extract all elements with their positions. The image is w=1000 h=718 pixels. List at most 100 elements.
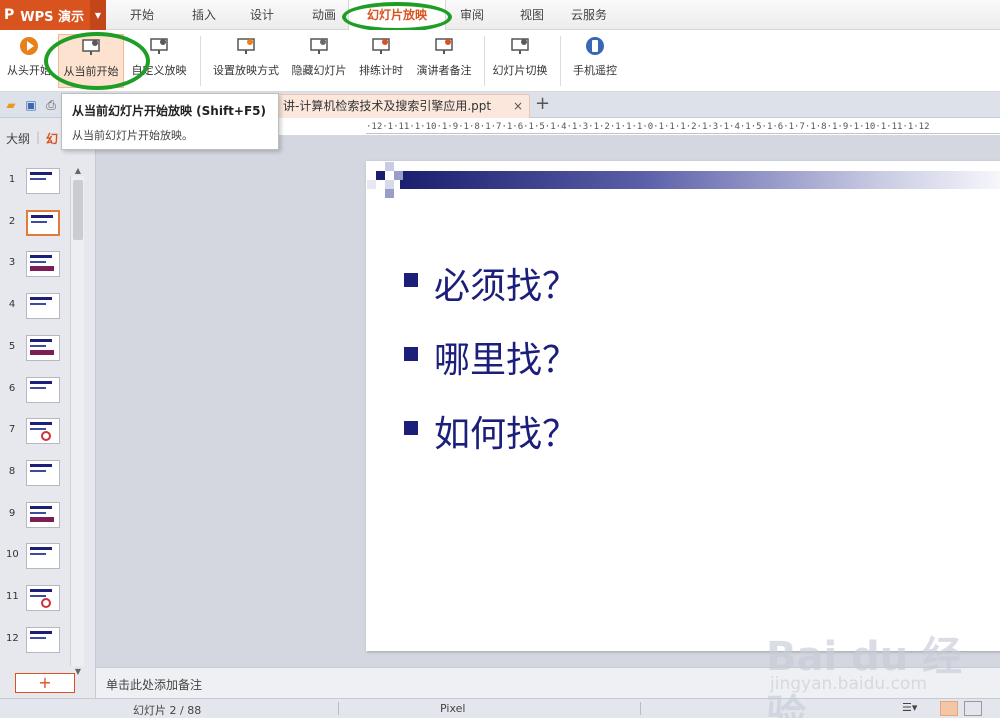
menu-tab-3[interactable]: 动画 — [298, 0, 350, 30]
notes-placeholder: 单击此处添加备注 — [106, 678, 203, 692]
slide-thumbnail[interactable] — [26, 459, 60, 486]
slide-thumbnail-row[interactable]: 4 — [0, 293, 68, 323]
thumb-content — [30, 547, 52, 551]
slide-number: 3 — [8, 257, 16, 269]
slide-thumbnail-row[interactable]: 6 — [0, 376, 68, 407]
slide-thumbnail-row[interactable]: 2 — [0, 209, 68, 240]
ribbon-button-2[interactable]: 自定义放映 — [126, 34, 192, 88]
ribbon-button-8[interactable]: 手机遥控 — [568, 34, 622, 88]
add-slide-button[interactable]: + — [15, 673, 75, 693]
pixel-decoration — [367, 180, 376, 189]
ribbon-button-5[interactable]: 排练计时 — [354, 34, 408, 88]
menu-tab-5[interactable]: 审阅 — [448, 0, 496, 30]
theme-name: Pixel — [440, 702, 466, 715]
slide-thumbnail[interactable] — [26, 209, 60, 236]
slide-number: 12 — [6, 632, 19, 644]
current-slide[interactable]: 必须找？ 哪里找？ 如何找？ — [366, 161, 1000, 651]
tab-slides[interactable]: 幻 — [46, 130, 58, 147]
pixel-decoration — [385, 162, 394, 171]
rehearse-timing-icon — [371, 36, 391, 56]
close-tab-icon[interactable]: × — [513, 95, 523, 117]
ribbon-button-0[interactable]: 从头开始 — [2, 34, 56, 88]
slide-number: 11 — [6, 591, 19, 602]
thumb-content — [30, 636, 46, 639]
hide-slide-icon — [309, 36, 329, 56]
thumb-content — [30, 589, 52, 592]
thumb-content — [30, 172, 52, 175]
slide-thumbnail-row[interactable]: 9 — [0, 501, 68, 532]
menu-tab-7[interactable]: 云服务 — [560, 0, 618, 30]
slide-thumbnail-row[interactable]: 8 — [0, 459, 68, 490]
show-settings-icon — [236, 36, 256, 56]
open-folder-icon[interactable]: ▰ — [3, 97, 19, 113]
slide-thumbnail[interactable] — [26, 418, 60, 445]
document-tab[interactable]: 讲-计算机检索技术及搜索引擎应用.ppt × — [278, 94, 530, 118]
thumb-content — [30, 349, 54, 355]
save-icon[interactable]: ▣ — [23, 97, 39, 113]
new-tab-icon[interactable]: + — [535, 93, 550, 114]
slide-thumbnail[interactable] — [26, 251, 60, 278]
chevron-down-icon[interactable]: ▼ — [90, 0, 106, 30]
scrollbar-thumb[interactable] — [73, 180, 83, 240]
thumb-content — [41, 431, 51, 442]
thumb-content — [30, 553, 46, 556]
thumb-content — [30, 511, 46, 514]
ribbon-button-label: 从头开始 — [7, 64, 51, 77]
scroll-up-icon[interactable]: ▲ — [71, 166, 85, 175]
slide-thumbnail-row[interactable]: 12 — [0, 626, 68, 657]
slide-canvas: 必须找？ 哪里找？ 如何找？ — [96, 135, 1000, 667]
app-name: WPS 演示 — [20, 9, 85, 25]
horizontal-ruler: ·12·1·11·1·10·1·9·1·8·1·7·1·6·1·5·1·4·1·… — [366, 120, 1000, 134]
play-circle-icon — [19, 36, 39, 56]
ribbon-button-label: 自定义放映 — [131, 64, 187, 77]
ribbon-button-label: 幻灯片切换 — [492, 64, 548, 77]
thumb-content — [30, 297, 52, 301]
menu-tab-4[interactable]: 幻灯片放映 — [348, 0, 446, 31]
slide-number: 7 — [8, 424, 16, 436]
slide-thumbnail-row[interactable]: 10 — [0, 543, 68, 573]
thumb-content — [30, 516, 54, 522]
thumb-content — [30, 469, 46, 472]
slide-thumbnail[interactable] — [26, 168, 60, 194]
slide-thumbnail-row[interactable]: 3 — [0, 251, 68, 281]
thumbnail-list: 1 2 3 4 5 6 7 8 9 10 11 12 — [0, 168, 68, 663]
thumb-content — [30, 266, 54, 272]
thumbnail-scrollbar[interactable]: ▲ ▼ — [70, 166, 84, 676]
ribbon-button-label: 演讲者备注 — [416, 64, 472, 77]
thumb-content — [30, 422, 52, 426]
ribbon-button-label: 手机遥控 — [573, 64, 617, 77]
slide-thumbnail[interactable] — [26, 585, 60, 611]
ribbon-button-4[interactable]: 隐藏幻灯片 — [288, 34, 350, 88]
slide-thumbnail[interactable] — [26, 376, 60, 403]
slide-thumbnail[interactable] — [26, 543, 60, 570]
ribbon-button-6[interactable]: 演讲者备注 — [412, 34, 476, 88]
menu-tab-6[interactable]: 视图 — [505, 0, 559, 30]
ribbon-button-3[interactable]: 设置放映方式 — [206, 34, 286, 88]
slide-panel: 大纲 | 幻 1 2 3 4 5 6 7 8 9 10 11 12 ▲ ▼ + — [0, 118, 96, 698]
menu-tab-0[interactable]: 开始 — [114, 0, 170, 30]
slide-thumbnail-row[interactable]: 11 — [0, 585, 68, 615]
slide-thumbnail-row[interactable]: 1 — [0, 168, 68, 198]
slide-number: 2 — [8, 215, 16, 227]
slide-number: 6 — [8, 382, 16, 394]
slide-number: 9 — [8, 507, 16, 519]
menu-bar: P WPS 演示 ▼ 开始 插入 设计 动画 幻灯片放映 审阅 视图 云服务 — [0, 0, 1000, 31]
slide-thumbnail-row[interactable]: 7 — [0, 418, 68, 448]
slide-transition-icon — [510, 36, 530, 56]
slide-thumbnail[interactable] — [26, 334, 60, 361]
app-menu-button[interactable]: P WPS 演示 ▼ — [0, 0, 106, 30]
slide-thumbnail-row[interactable]: 5 — [0, 334, 68, 365]
bullet-text: 如何找？ — [434, 414, 579, 455]
print-preview-icon[interactable]: ⎙ — [43, 97, 59, 113]
watermark-brand: Bai du 经验 — [766, 634, 963, 718]
ribbon-button-7[interactable]: 幻灯片切换 — [488, 34, 552, 88]
bullet-text: 必须找？ — [434, 266, 579, 307]
menu-tab-1[interactable]: 插入 — [178, 0, 230, 30]
slide-thumbnail[interactable] — [26, 501, 60, 528]
slide-number: 5 — [8, 340, 16, 352]
menu-tab-2[interactable]: 设计 — [232, 0, 292, 30]
ribbon-button-1[interactable]: 从当前开始 — [58, 34, 124, 88]
slide-thumbnail[interactable] — [26, 293, 60, 320]
tab-outline[interactable]: 大纲 — [6, 130, 30, 147]
slide-thumbnail[interactable] — [26, 626, 60, 653]
